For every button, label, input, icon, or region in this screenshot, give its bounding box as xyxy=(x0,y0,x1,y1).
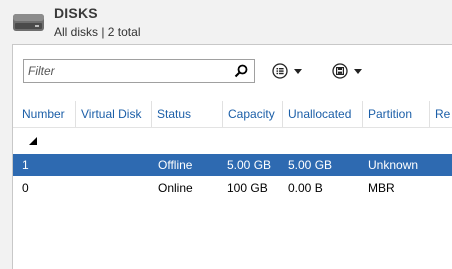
cell-virtual-disk xyxy=(75,177,84,199)
column-header-status[interactable]: Status xyxy=(151,101,222,127)
chevron-down-icon xyxy=(354,69,362,74)
disks-panel: Number Virtual Disk Status Capacity Unal… xyxy=(12,44,452,269)
page-title: DISKS xyxy=(54,5,98,21)
save-options-button[interactable] xyxy=(331,59,371,83)
table-row[interactable]: 0 Online 100 GB 0.00 B MBR xyxy=(13,177,452,199)
filter-input[interactable] xyxy=(28,62,228,80)
cell-partition: Unknown xyxy=(368,158,419,172)
page-subtitle: All disks | 2 total xyxy=(54,25,141,39)
cell-virtual-disk xyxy=(75,154,84,176)
search-icon[interactable] xyxy=(234,64,248,78)
column-header-row: Number Virtual Disk Status Capacity Unal… xyxy=(13,101,452,128)
disk-icon xyxy=(13,14,44,31)
column-header-capacity[interactable]: Capacity xyxy=(222,101,282,127)
cell-unallocated: 5.00 GB xyxy=(288,158,333,172)
chevron-down-icon xyxy=(294,69,302,74)
cell-status: Online xyxy=(158,181,193,195)
cell-number: 1 xyxy=(22,158,29,172)
table-row[interactable]: 1 Offline 5.00 GB 5.00 GB Unknown xyxy=(13,154,452,176)
cell-capacity: 5.00 GB xyxy=(227,158,272,172)
column-header-virtual-disk[interactable]: Virtual Disk xyxy=(75,101,151,127)
cell-partition: MBR xyxy=(368,181,395,195)
page-header: DISKS All disks | 2 total xyxy=(0,0,452,44)
column-header-number[interactable]: Number xyxy=(13,101,75,127)
collapse-triangle-icon[interactable] xyxy=(28,136,38,146)
cell-status: Offline xyxy=(158,158,193,172)
group-row xyxy=(13,131,452,151)
view-options-button[interactable] xyxy=(271,59,311,83)
cell-unallocated: 0.00 B xyxy=(288,181,323,195)
save-icon xyxy=(332,63,348,79)
toolbar xyxy=(13,45,452,101)
column-header-read-only[interactable]: Re xyxy=(429,101,452,127)
cell-number: 0 xyxy=(22,181,29,195)
column-header-partition[interactable]: Partition xyxy=(362,101,429,127)
list-view-icon xyxy=(272,63,288,79)
filter-box[interactable] xyxy=(23,59,255,83)
cell-capacity: 100 GB xyxy=(227,181,268,195)
column-header-unallocated[interactable]: Unallocated xyxy=(282,101,362,127)
